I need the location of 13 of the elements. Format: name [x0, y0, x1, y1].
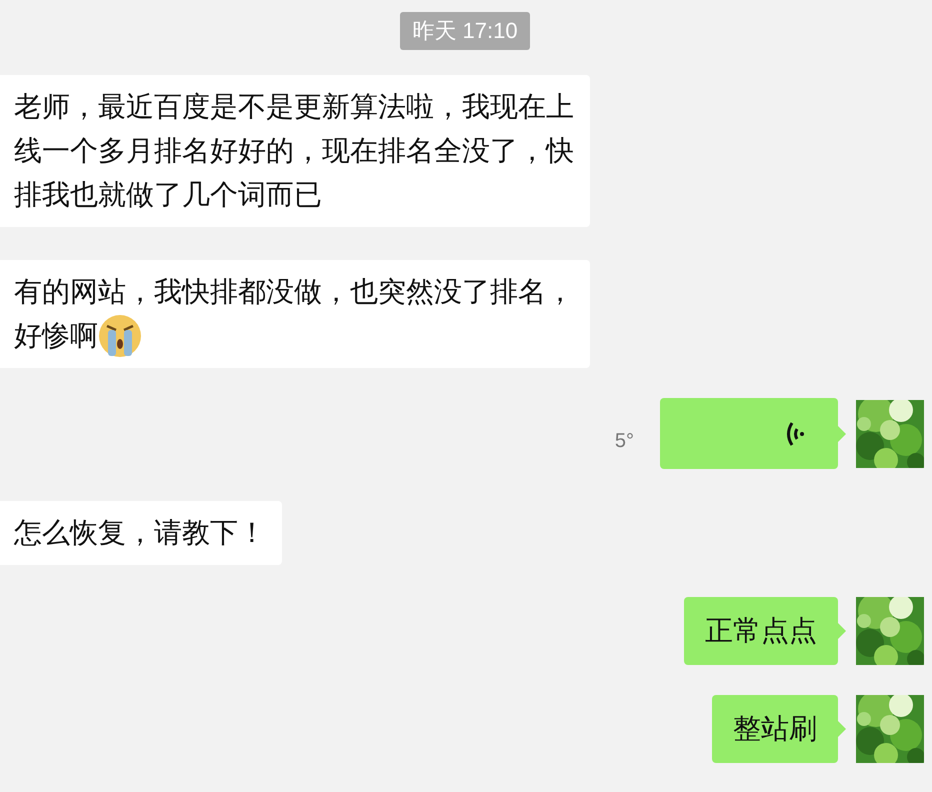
message-text: 有的网站，我快排都没做，也突然没了排名， [14, 275, 574, 309]
timestamp: 昨天 17:10 [400, 12, 530, 50]
message-text: 老师，最近百度是不是更新算法啦，我现在上 [14, 90, 574, 124]
message-text: 线一个多月排名好好的，现在排名全没了，快 [14, 134, 574, 168]
message-text: 怎么恢复，请教下！ [14, 516, 266, 550]
message-text: 好惨啊 [14, 319, 98, 353]
bubble-tail [838, 426, 846, 442]
message-text: 正常点点 [705, 614, 817, 648]
voice-wave-icon [784, 420, 804, 446]
message-text: 整站刷 [733, 712, 817, 746]
voice-duration: 5° [614, 429, 634, 454]
message-text: 排我也就做了几个词而已 [14, 178, 322, 212]
voice-message[interactable] [660, 398, 838, 469]
